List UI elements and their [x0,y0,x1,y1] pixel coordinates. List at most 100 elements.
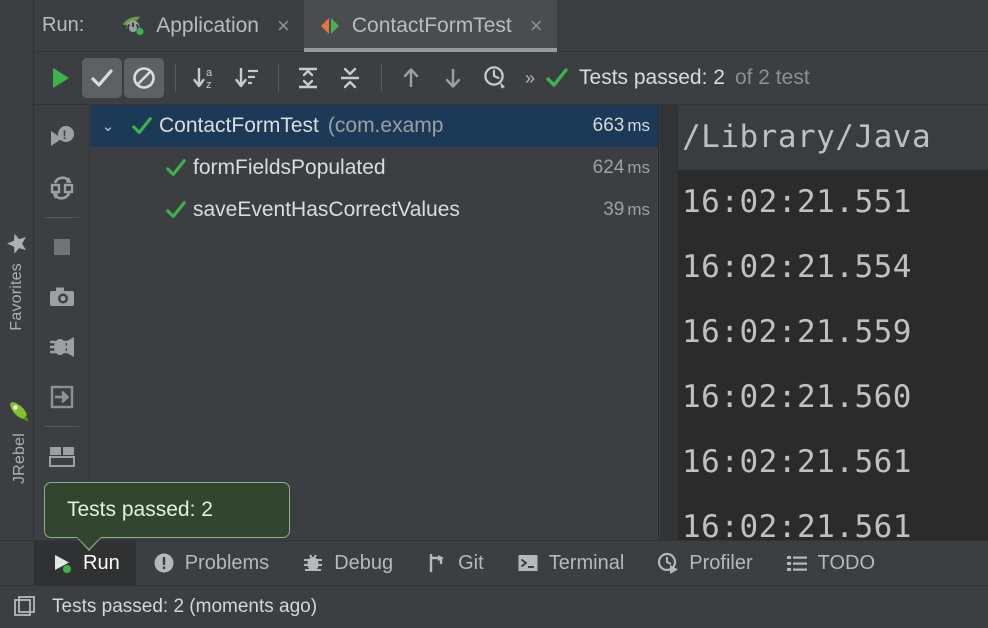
tool-tab-run[interactable]: Run [34,541,136,586]
tool-tab-problems-label: Problems [185,552,269,575]
console-line: 16:02:21.551 [660,170,988,235]
show-passed-button[interactable] [82,58,122,98]
run-label: Run: [34,14,106,37]
status-bar-message: Tests passed: 2 (moments ago) [52,596,317,618]
toggle-auto-test-button[interactable] [40,163,84,213]
console-line: 16:02:21.560 [660,365,988,430]
tool-window-bar: Run Problems Debug [0,540,988,585]
svg-text:z: z [206,79,212,91]
test-duration: 39ms [603,199,650,221]
left-tool-strip: Favorites JRebel JR [0,0,34,588]
toolbar-separator [278,64,279,92]
close-icon[interactable]: × [277,15,290,37]
tool-tab-profiler[interactable]: Profiler [640,541,768,586]
console-line: /Library/Java [660,105,988,170]
check-green-icon [159,199,193,221]
console-gutter [660,105,678,548]
test-duration-unit: ms [627,158,650,177]
tool-tab-profiler-label: Profiler [689,552,752,575]
tool-tab-terminal[interactable]: Terminal [500,541,641,586]
open-test-report-button[interactable] [40,431,84,481]
previous-failed-button[interactable] [391,58,431,98]
test-case-row[interactable]: formFieldsPopulated 624ms [91,147,658,189]
spring-boot-leaf-icon [120,13,146,39]
tool-tab-git-label: Git [458,552,484,575]
rocket-icon: JR [5,396,35,426]
sort-alphabetically-button[interactable]: a z [185,58,225,98]
check-green-icon [125,115,159,137]
tool-tab-debug-label: Debug [334,552,393,575]
test-duration: 663ms [593,115,650,137]
toolbar-test-status: Tests passed: 2 of 2 test [545,66,810,90]
tool-tab-todo[interactable]: TODO [769,541,891,586]
side-toolbar-separator [45,217,79,218]
test-duration: 624ms [593,157,650,179]
test-case-row[interactable]: saveEventHasCorrectValues 39ms [91,189,658,231]
bug-icon [301,551,325,575]
test-duration-unit: ms [627,116,650,135]
favorites-label: Favorites [8,263,26,331]
console-line: 16:02:21.559 [660,300,988,365]
todo-list-icon [785,551,809,575]
svg-text:!: ! [62,128,66,142]
star-icon [5,232,29,256]
test-suite-row[interactable]: ⌄ ContactFormTest (com.examp 663ms [91,105,658,147]
next-failed-button[interactable] [433,58,473,98]
side-toolbar-separator [45,426,79,427]
check-green-icon [545,66,569,90]
expand-all-button[interactable] [288,58,328,98]
application-tab[interactable]: Application × [106,0,304,52]
run-tab-header: Run: Application × Conta [34,0,988,52]
status-bar: Tests passed: 2 (moments ago) [0,585,988,628]
test-case-name: formFieldsPopulated [193,156,386,180]
test-duration-value: 39 [603,199,624,220]
collapse-all-button[interactable] [330,58,370,98]
check-green-icon [159,157,193,179]
test-case-name: saveEventHasCorrectValues [193,198,460,222]
test-status-secondary: of 2 test [735,66,810,90]
stop-button[interactable] [40,222,84,272]
jrebel-label: JRebel [11,433,29,484]
tool-tab-problems[interactable]: Problems [136,541,285,586]
jrebel-tool-tab[interactable]: JRebel JR [5,392,35,488]
tool-tab-terminal-label: Terminal [549,552,625,575]
application-tab-label: Application [156,14,259,38]
tool-tab-run-label: Run [83,552,120,575]
rerun-failed-tests-button[interactable]: ! [40,113,84,163]
toolbar-separator [175,64,176,92]
test-history-button[interactable] [475,58,515,98]
camera-icon[interactable] [40,272,84,322]
contactformtest-tab[interactable]: ContactFormTest × [304,0,557,52]
chevron-down-icon[interactable]: ⌄ [91,117,125,135]
problems-icon [152,551,176,575]
test-runner-toolbar: a z [34,52,988,105]
test-duration-unit: ms [627,200,650,219]
export-test-results-button[interactable] [40,372,84,422]
test-duration-value: 624 [593,157,625,178]
show-ignored-button[interactable] [124,58,164,98]
console-line: 16:02:21.561 [660,430,988,495]
svg-text:a: a [206,67,213,79]
contactformtest-tab-label: ContactFormTest [352,14,512,38]
tool-tab-debug[interactable]: Debug [285,541,409,586]
rerun-tests-button[interactable] [40,58,80,98]
toolbar-separator [381,64,382,92]
tool-tab-todo-label: TODO [818,552,875,575]
console-output[interactable]: /Library/Java 16:02:21.551 16:02:21.554 … [660,105,988,548]
layout-toggle-icon[interactable] [12,594,38,620]
tests-passed-tooltip: Tests passed: 2 [44,482,290,538]
test-suite-name: ContactFormTest [159,114,319,138]
tool-tab-git[interactable]: Git [409,541,500,586]
tooltip-text: Tests passed: 2 [67,498,213,522]
favorites-tool-tab[interactable]: Favorites [5,228,29,335]
sort-by-duration-button[interactable] [227,58,267,98]
intellij-run-tool-window: Favorites JRebel JR Run: [0,0,988,628]
run-play-icon [50,551,74,575]
more-options-button[interactable]: » [517,68,541,89]
test-duration-value: 663 [593,115,625,136]
profiler-icon [656,551,680,575]
terminal-icon [516,551,540,575]
bug-mute-icon[interactable] [40,322,84,372]
close-icon[interactable]: × [530,15,543,37]
test-suite-package: (com.examp [328,114,444,138]
